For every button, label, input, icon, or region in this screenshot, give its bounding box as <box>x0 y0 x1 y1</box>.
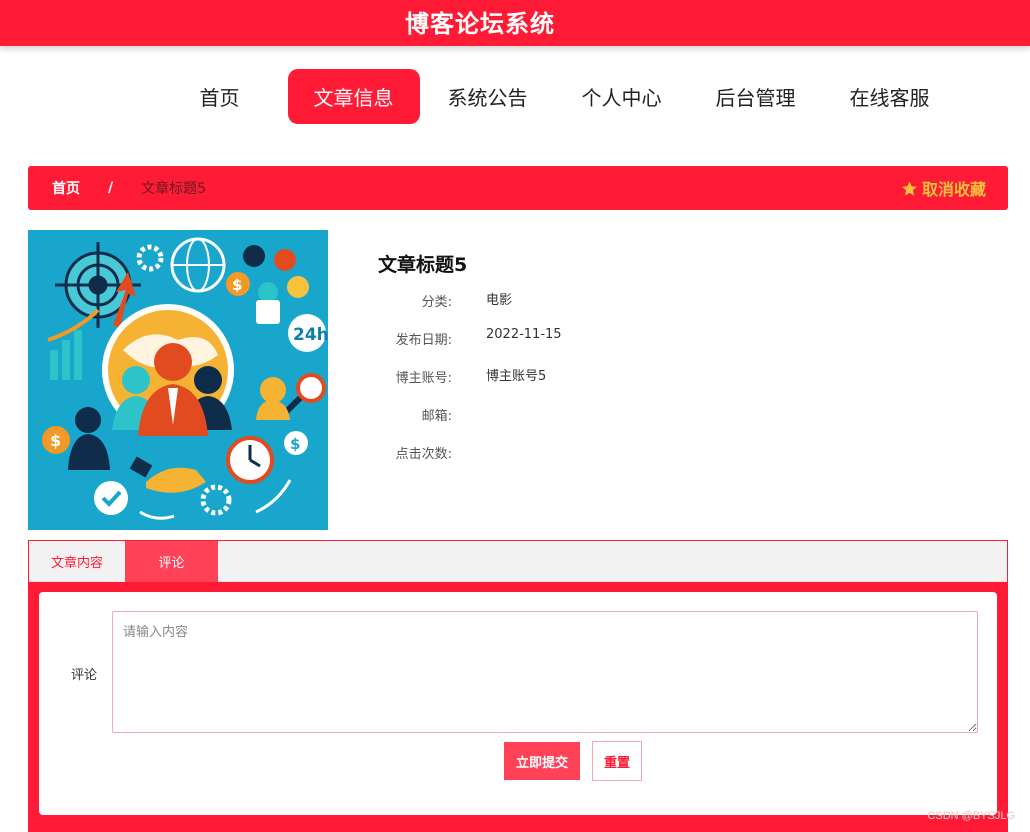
email-label: 邮箱: <box>421 409 452 424</box>
comment-form: 评论 立即提交 重置 <box>39 592 997 815</box>
unfavorite-label: 取消收藏 <box>921 180 986 199</box>
top-header-bar: 博客论坛系统 <box>0 0 1030 46</box>
breadcrumb-separator: / <box>108 180 114 196</box>
tabs-header: 文章内容 评论 <box>29 541 1007 582</box>
info-row-email: 邮箱: <box>378 405 978 443</box>
watermark: CSDN @BYSJLG <box>927 810 1015 822</box>
comment-input[interactable] <box>112 611 978 733</box>
comment-label: 评论 <box>71 668 98 683</box>
publish-date-value: 2022-11-15 <box>486 327 562 342</box>
nav-item-articles[interactable]: 文章信息 <box>287 69 420 124</box>
svg-text:$: $ <box>50 431 61 450</box>
tab-comments[interactable]: 评论 <box>125 541 218 582</box>
category-label: 分类: <box>421 295 452 310</box>
info-row-category: 分类: 电影 <box>378 291 978 329</box>
blogger-account-label: 博主账号: <box>395 371 452 386</box>
blogger-account-value: 博主账号5 <box>486 369 547 384</box>
breadcrumb-current: 文章标题5 <box>141 181 207 197</box>
svg-text:$: $ <box>232 276 242 294</box>
tab-article-content[interactable]: 文章内容 <box>29 541 125 582</box>
svg-text:24h: 24h <box>293 325 328 345</box>
nav-item-announcements[interactable]: 系统公告 <box>422 69 554 124</box>
unfavorite-button[interactable]: 取消收藏 <box>901 166 986 210</box>
click-count-label: 点击次数: <box>395 447 452 462</box>
nav-item-customer-service[interactable]: 在线客服 <box>824 69 956 124</box>
article-title: 文章标题5 <box>378 254 468 276</box>
site-title: 博客论坛系统 <box>405 9 555 38</box>
category-value: 电影 <box>486 293 513 308</box>
publish-date-label: 发布日期: <box>395 333 452 348</box>
article-tabs: 文章内容 评论 评论 立即提交 重置 <box>28 540 1008 832</box>
star-icon <box>902 180 917 196</box>
breadcrumb: 首页 / 文章标题5 取消收藏 <box>28 166 1008 210</box>
breadcrumb-home-link[interactable]: 首页 <box>52 178 80 198</box>
reset-button[interactable]: 重置 <box>592 741 642 781</box>
svg-text:$: $ <box>290 435 300 453</box>
info-row-publish-date: 发布日期: 2022-11-15 <box>378 327 978 367</box>
main-nav: 首页 文章信息 系统公告 个人中心 后台管理 在线客服 <box>0 69 1030 124</box>
info-row-blogger-account: 博主账号: 博主账号5 <box>378 367 978 405</box>
submit-button[interactable]: 立即提交 <box>504 742 580 780</box>
article-cover-image: $ 24h $ $ <box>28 230 328 530</box>
nav-item-personal-center[interactable]: 个人中心 <box>556 69 688 124</box>
nav-item-admin[interactable]: 后台管理 <box>690 69 822 124</box>
nav-item-home[interactable]: 首页 <box>154 69 286 124</box>
article-info: 文章标题5 分类: 电影 发布日期: 2022-11-15 博主账号: 博主账号… <box>378 250 978 481</box>
info-row-click-count: 点击次数: <box>378 443 978 481</box>
